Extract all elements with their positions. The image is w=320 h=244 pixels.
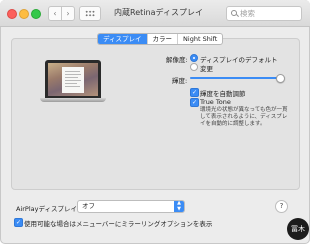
show-all-button[interactable]	[79, 6, 101, 21]
brightness-label: 輝度:	[172, 77, 188, 85]
preferences-window: ‹ › 内蔵Retinaディスプレイ 検索 ディスプレイ カラー Night S…	[0, 0, 310, 244]
checkmark-icon: ✓	[191, 99, 198, 106]
laptop-screen	[48, 63, 98, 96]
back-button[interactable]: ‹	[48, 6, 62, 21]
laptop-base	[40, 98, 106, 102]
grid-icon	[85, 10, 95, 17]
resolution-scaled-label: 変更	[200, 65, 213, 73]
help-button[interactable]: ?	[275, 200, 288, 213]
resolution-label: 解像度:	[166, 56, 188, 64]
auto-brightness-checkbox[interactable]: ✓	[190, 88, 199, 97]
airplay-popup[interactable]: オフ ▲ ▼	[77, 200, 185, 213]
brightness-knob[interactable]	[276, 74, 285, 83]
auto-brightness-label: 輝度を自動調節	[200, 90, 246, 98]
true-tone-label: True Tone	[200, 98, 231, 106]
titlebar: ‹ › 内蔵Retinaディスプレイ 検索	[0, 0, 310, 27]
airplay-label: AirPlayディスプレイ:	[16, 205, 80, 213]
popup-arrows-icon: ▲ ▼	[174, 200, 184, 212]
close-button[interactable]	[7, 9, 17, 19]
brightness-slider[interactable]	[190, 77, 280, 79]
search-placeholder: 検索	[240, 9, 255, 18]
forward-button[interactable]: ›	[61, 6, 75, 21]
airplay-value: オフ	[82, 202, 95, 210]
zoom-button[interactable]	[31, 9, 41, 19]
true-tone-description: 環境光の状態が異なっても色が一貫して表示されるように、ディスプレイを自動的に調整…	[200, 107, 288, 127]
tab-color[interactable]: カラー	[146, 34, 178, 44]
resolution-default-radio[interactable]	[190, 54, 198, 62]
checkmark-icon: ✓	[191, 89, 198, 96]
help-icon: ?	[279, 202, 284, 210]
tab-bar: ディスプレイ カラー Night Shift	[97, 33, 224, 45]
true-tone-checkbox[interactable]: ✓	[190, 98, 199, 107]
minimize-button[interactable]	[19, 9, 29, 19]
watermark-badge: 冨木	[287, 218, 309, 240]
checkmark-icon: ✓	[15, 219, 22, 226]
tab-night-shift[interactable]: Night Shift	[177, 34, 222, 44]
search-icon	[231, 10, 237, 16]
screen-document	[62, 67, 84, 93]
resolution-scaled-radio[interactable]	[190, 63, 198, 71]
brightness-fill	[190, 77, 280, 79]
laptop-lid	[45, 60, 101, 98]
tab-display[interactable]: ディスプレイ	[98, 34, 147, 44]
macbook-illustration	[40, 60, 106, 106]
search-field[interactable]: 検索	[226, 6, 302, 21]
window-title: 内蔵Retinaディスプレイ	[114, 8, 203, 17]
mirroring-option-checkbox[interactable]: ✓	[14, 218, 23, 227]
mirroring-option-label: 使用可能な場合はメニューバーにミラーリングオプションを表示	[24, 220, 213, 228]
